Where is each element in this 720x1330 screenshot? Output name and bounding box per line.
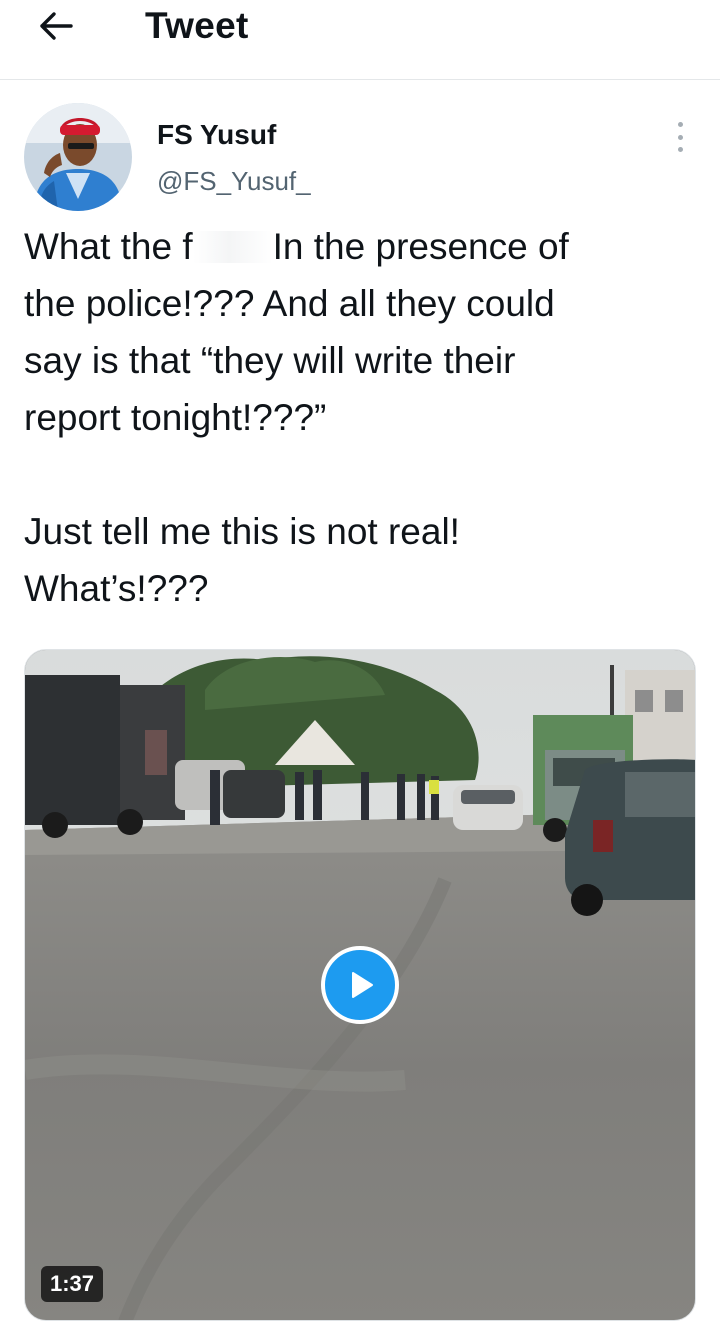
more-options-button[interactable]	[664, 118, 696, 156]
page-title: Tweet	[145, 5, 249, 46]
back-button[interactable]	[30, 4, 82, 48]
tweet-paragraph-1-rest: the police!??? And all they could say is…	[24, 283, 555, 438]
top-app-bar: Tweet	[0, 0, 720, 80]
tweet-line-1-end: In the presence of	[272, 226, 569, 267]
video-media[interactable]: 1:37	[24, 649, 696, 1321]
video-duration-badge: 1:37	[41, 1266, 104, 1302]
play-icon	[352, 972, 373, 998]
play-button[interactable]	[321, 946, 399, 1024]
tweet-paragraph-2: Just tell me this is not real! What’s!??…	[24, 511, 460, 609]
redacted-text	[192, 231, 273, 263]
tweet-line-1-start: What the f	[24, 226, 193, 267]
avatar[interactable]	[24, 103, 132, 211]
user-avatar-icon	[24, 103, 132, 211]
tweet-paragraph-1: What the f In the presence of the police!…	[24, 218, 700, 446]
more-vertical-icon	[677, 134, 683, 140]
arrow-left-icon	[40, 12, 73, 40]
more-vertical-icon	[677, 122, 683, 127]
tweet-text: What the f In the presence of the police!…	[24, 218, 700, 617]
author-name[interactable]: FS Yusuf	[157, 118, 276, 152]
more-vertical-icon	[677, 147, 683, 152]
author-handle: @FS_Yusuf_	[157, 166, 311, 196]
